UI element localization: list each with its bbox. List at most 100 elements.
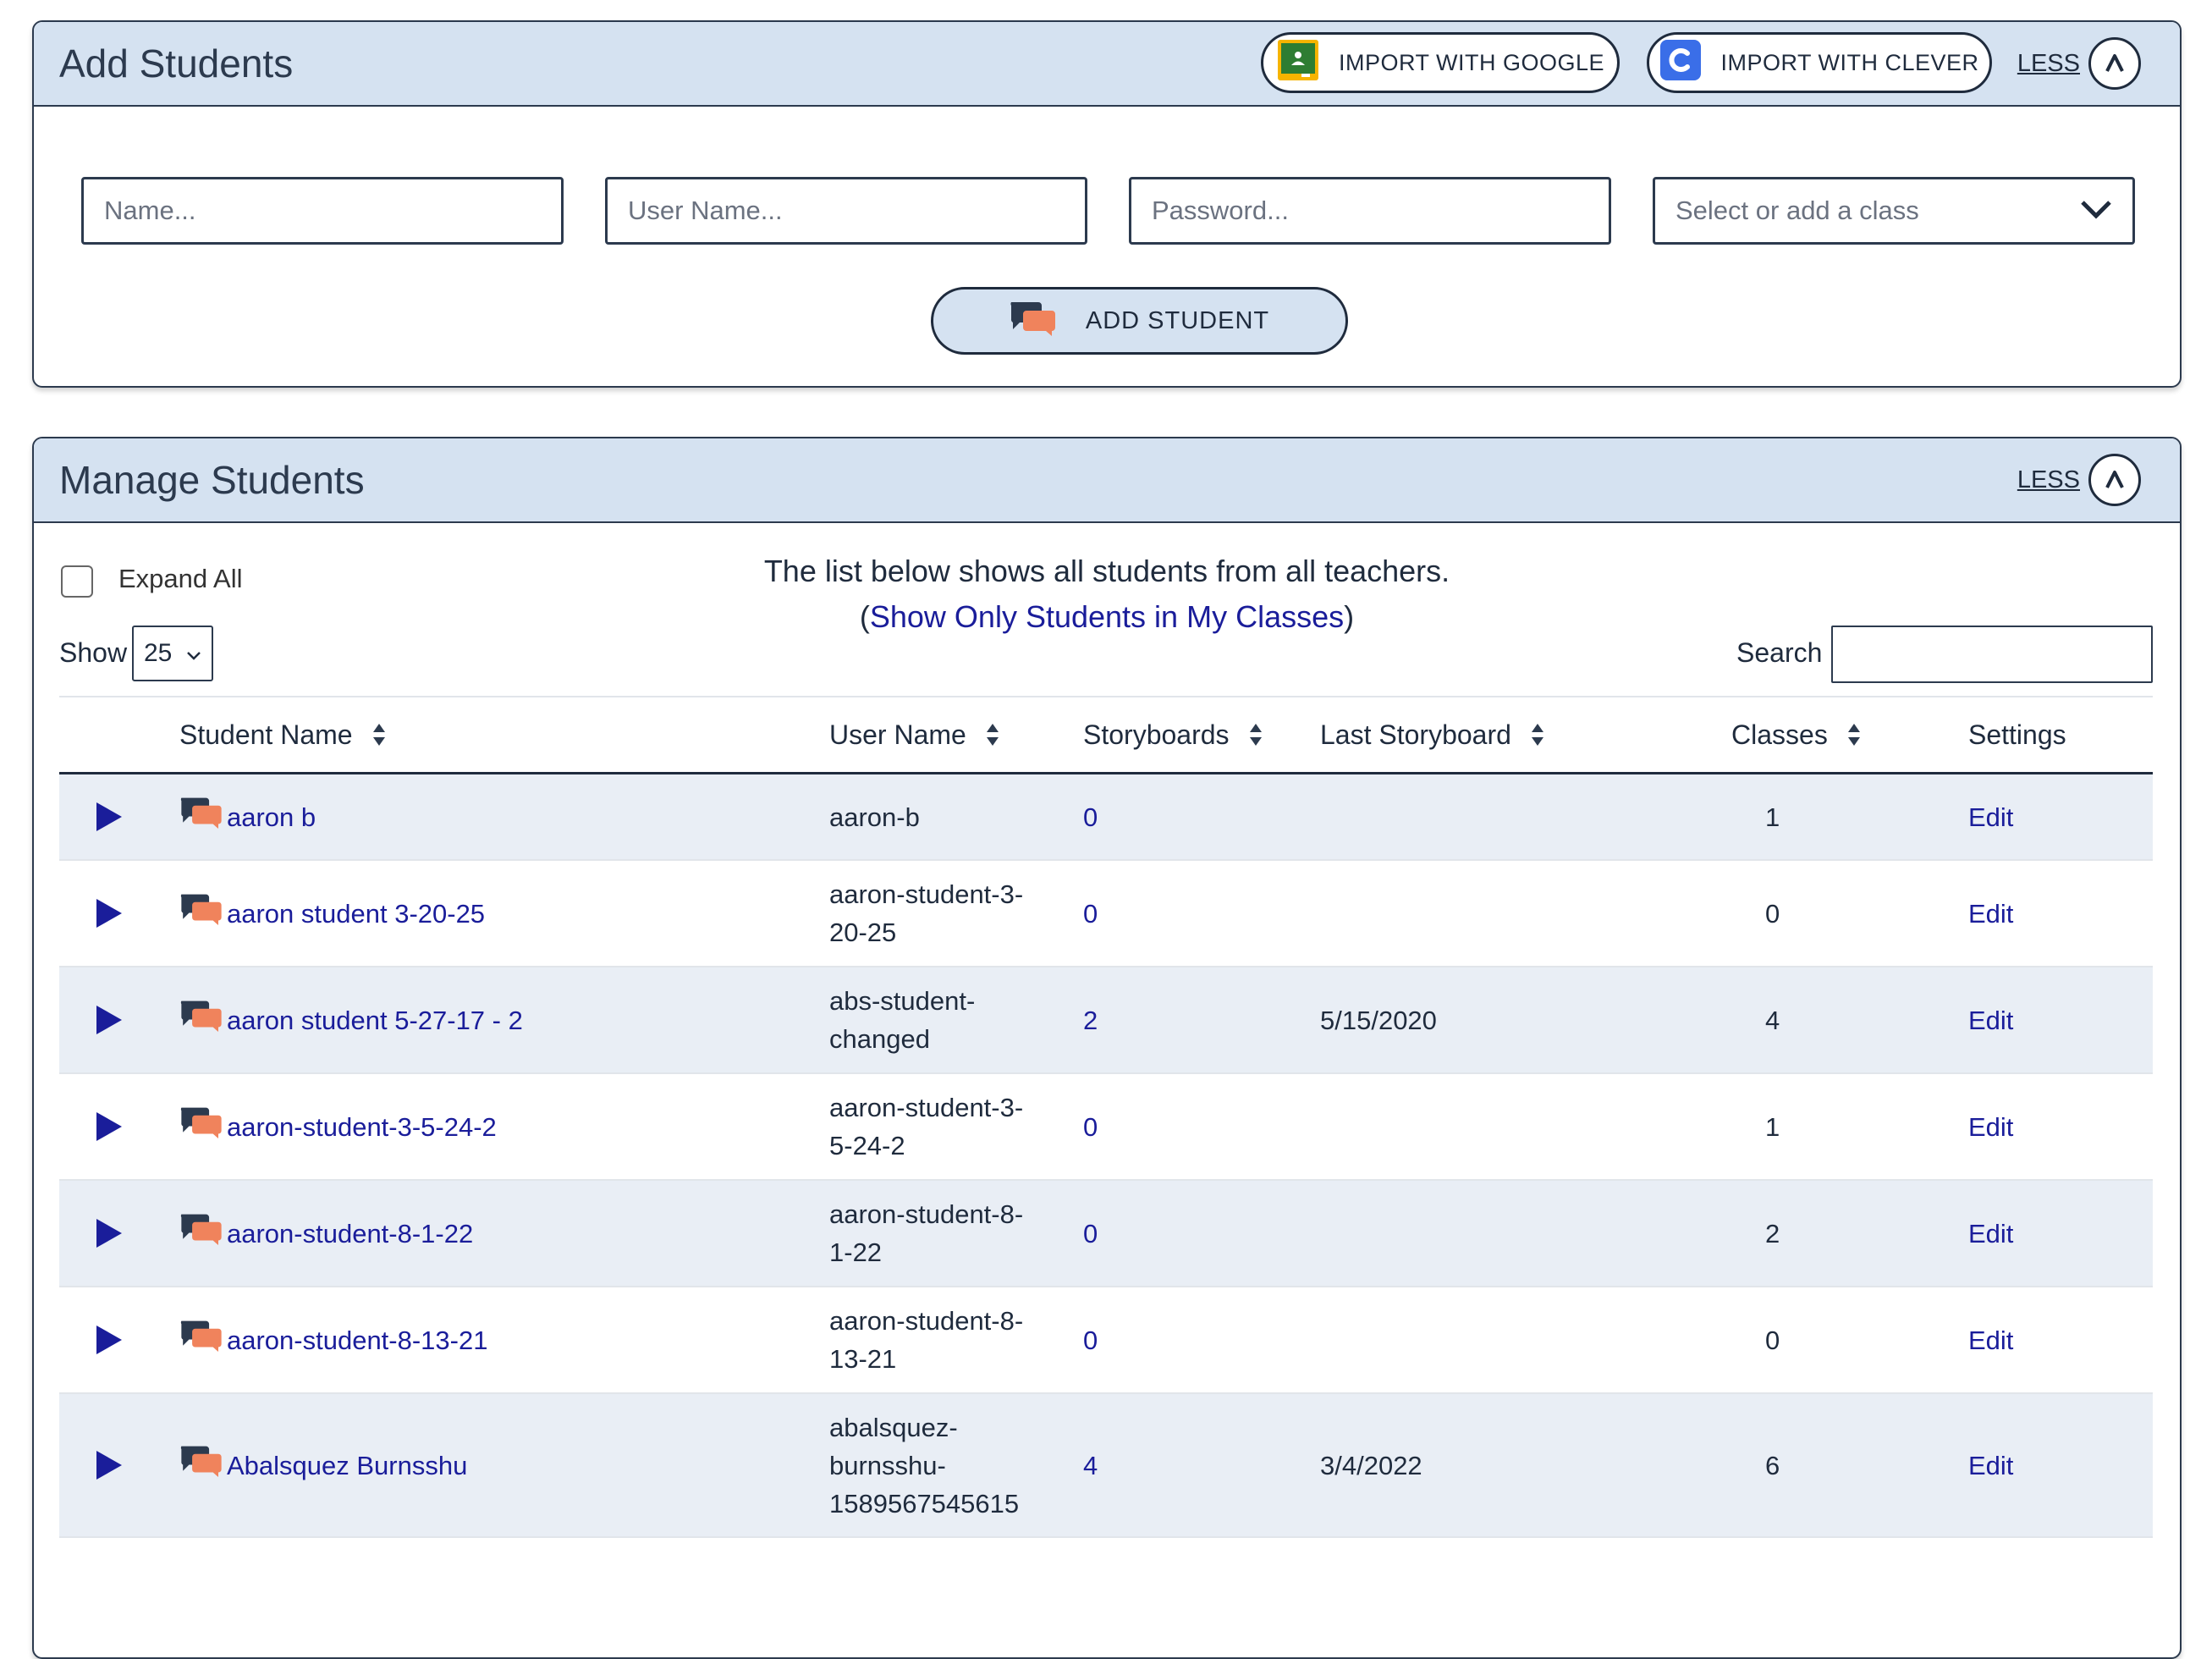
sort-icon bbox=[372, 724, 385, 746]
table-body: aaron b aaron-b 0 1 Edit aaron student 3-20-2… bbox=[59, 774, 2153, 1538]
expand-row-toggle[interactable] bbox=[96, 774, 122, 859]
storyboards-count[interactable]: 2 bbox=[1083, 967, 1098, 1072]
play-icon bbox=[96, 802, 122, 831]
student-list-notice: The list below shows all students from a… bbox=[763, 554, 1450, 588]
add-student-label: ADD STUDENT bbox=[1085, 306, 1270, 334]
edit-link[interactable]: Edit bbox=[1968, 774, 2013, 859]
student-name-link[interactable]: aaron b bbox=[179, 774, 316, 859]
add-students-title: Add Students bbox=[59, 41, 294, 85]
play-icon bbox=[96, 1006, 122, 1034]
chevron-up-icon bbox=[2088, 37, 2141, 90]
student-name-text: aaron student 3-20-25 bbox=[227, 898, 486, 929]
user-name-line: aaron-student-8- bbox=[829, 1306, 1024, 1336]
student-name-text: aaron-student-8-1-22 bbox=[227, 1218, 474, 1248]
col-storyboards[interactable]: Storyboards bbox=[1083, 697, 1262, 772]
student-name-input[interactable] bbox=[81, 177, 564, 245]
table-row: aaron student 3-20-25 aaron-student-3- 20-… bbox=[59, 861, 2153, 967]
student-name-link[interactable]: aaron-student-8-1-22 bbox=[179, 1181, 473, 1286]
sort-icon bbox=[986, 724, 999, 746]
import-google-label: IMPORT WITH GOOGLE bbox=[1338, 49, 1605, 75]
import-clever-label: IMPORT WITH CLEVER bbox=[1720, 49, 1979, 75]
col-student-name-label: Student Name bbox=[179, 719, 353, 750]
storyboards-count[interactable]: 0 bbox=[1083, 774, 1098, 859]
col-storyboards-label: Storyboards bbox=[1083, 719, 1230, 750]
manage-panel-less-toggle[interactable]: LESS bbox=[2017, 450, 2141, 510]
student-avatar-icon bbox=[179, 1318, 223, 1362]
storyboards-count[interactable]: 0 bbox=[1083, 861, 1098, 966]
user-name-line: aaron-student-3- bbox=[829, 879, 1024, 909]
student-name-link[interactable]: aaron student 3-20-25 bbox=[179, 861, 485, 966]
clever-icon bbox=[1659, 39, 1702, 87]
edit-link[interactable]: Edit bbox=[1968, 1394, 2013, 1536]
col-classes[interactable]: Classes bbox=[1731, 697, 1860, 772]
add-panel-less-toggle[interactable]: LESS bbox=[2017, 34, 2141, 93]
play-icon bbox=[96, 1451, 122, 1480]
classes-count: 1 bbox=[1765, 1111, 1780, 1142]
storyboards-count[interactable]: 0 bbox=[1083, 1287, 1098, 1392]
edit-link[interactable]: Edit bbox=[1968, 1074, 2013, 1179]
user-name-line: burnsshu- bbox=[829, 1450, 946, 1480]
username-input[interactable] bbox=[605, 177, 1087, 245]
student-avatar-icon bbox=[179, 891, 223, 935]
user-name-line: 1-22 bbox=[829, 1237, 883, 1267]
col-last-storyboard[interactable]: Last Storyboard bbox=[1320, 697, 1543, 772]
user-name-cell: abalsquez-burnsshu- 1589567545615 bbox=[829, 1394, 1019, 1536]
student-name-text: aaron student 5-27-17 - 2 bbox=[227, 1005, 523, 1035]
student-name-link[interactable]: aaron-student-8-13-21 bbox=[179, 1287, 487, 1392]
expand-row-toggle[interactable] bbox=[96, 1287, 122, 1392]
less-label: LESS bbox=[2017, 466, 2080, 493]
import-google-button[interactable]: IMPORT WITH GOOGLE bbox=[1261, 32, 1620, 93]
expand-row-toggle[interactable] bbox=[96, 1394, 122, 1536]
sort-icon bbox=[1531, 724, 1543, 746]
student-name-text: Abalsquez Burnsshu bbox=[227, 1450, 468, 1480]
student-name-link[interactable]: Abalsquez Burnsshu bbox=[179, 1394, 467, 1536]
storyboards-count[interactable]: 0 bbox=[1083, 1074, 1098, 1179]
class-select[interactable]: Select or add a class bbox=[1653, 177, 2135, 245]
search-input[interactable] bbox=[1831, 626, 2153, 683]
storyboards-count[interactable]: 4 bbox=[1083, 1394, 1098, 1536]
expand-all-checkbox[interactable] bbox=[61, 565, 93, 598]
col-user-name-label: User Name bbox=[829, 719, 966, 750]
user-name-line: abalsquez- bbox=[829, 1412, 958, 1442]
student-avatar-icon bbox=[179, 998, 223, 1042]
student-avatar-icon bbox=[179, 795, 223, 839]
table-row: aaron-student-3-5-24-2 aaron-student-3- 5-… bbox=[59, 1074, 2153, 1181]
password-input[interactable] bbox=[1129, 177, 1611, 245]
edit-link[interactable]: Edit bbox=[1968, 861, 2013, 966]
play-icon bbox=[96, 1219, 122, 1248]
student-name-link[interactable]: aaron-student-3-5-24-2 bbox=[179, 1074, 497, 1179]
table-row: aaron student 5-27-17 - 2 abs-student-cha… bbox=[59, 967, 2153, 1074]
paren-close: ) bbox=[1344, 599, 1355, 634]
table-row: aaron-student-8-1-22 aaron-student-8- 1-22… bbox=[59, 1181, 2153, 1287]
col-student-name[interactable]: Student Name bbox=[179, 697, 385, 772]
user-name-cell: abs-student-changed bbox=[829, 967, 975, 1072]
user-name-line: abs-student- bbox=[829, 986, 976, 1016]
classes-count: 6 bbox=[1765, 1450, 1780, 1480]
class-select-value: Select or add a class bbox=[1676, 196, 1919, 225]
user-name-line: aaron-b bbox=[829, 802, 920, 832]
storyboards-count[interactable]: 0 bbox=[1083, 1181, 1098, 1286]
edit-link[interactable]: Edit bbox=[1968, 1287, 2013, 1392]
col-user-name[interactable]: User Name bbox=[829, 697, 999, 772]
user-name-cell: aaron-student-3- 5-24-2 bbox=[829, 1074, 1023, 1179]
search-label: Search bbox=[1736, 637, 1823, 668]
expand-row-toggle[interactable] bbox=[96, 861, 122, 966]
chevron-down-icon bbox=[186, 639, 201, 668]
show-only-my-classes-link[interactable]: Show Only Students in My Classes bbox=[870, 599, 1344, 634]
import-clever-button[interactable]: IMPORT WITH CLEVER bbox=[1647, 32, 1992, 93]
student-name-text: aaron-student-3-5-24-2 bbox=[227, 1111, 497, 1142]
show-label: Show bbox=[59, 637, 128, 668]
student-name-link[interactable]: aaron student 5-27-17 - 2 bbox=[179, 967, 523, 1072]
page-size-select[interactable]: 25 bbox=[132, 626, 213, 681]
edit-link[interactable]: Edit bbox=[1968, 967, 2013, 1072]
table-row: aaron-student-8-13-21 aaron-student-8- 13-… bbox=[59, 1287, 2153, 1394]
user-name-cell: aaron-student-8- 13-21 bbox=[829, 1287, 1023, 1392]
manage-students-header: Manage Students LESS bbox=[34, 438, 2180, 523]
edit-link[interactable]: Edit bbox=[1968, 1181, 2013, 1286]
expand-row-toggle[interactable] bbox=[96, 1181, 122, 1286]
expand-row-toggle[interactable] bbox=[96, 1074, 122, 1179]
add-student-button[interactable]: ADD STUDENT bbox=[931, 287, 1348, 355]
user-name-cell: aaron-student-8- 1-22 bbox=[829, 1181, 1023, 1286]
table-row: Abalsquez Burnsshu abalsquez-burnsshu- 158… bbox=[59, 1394, 2153, 1538]
expand-row-toggle[interactable] bbox=[96, 967, 122, 1072]
